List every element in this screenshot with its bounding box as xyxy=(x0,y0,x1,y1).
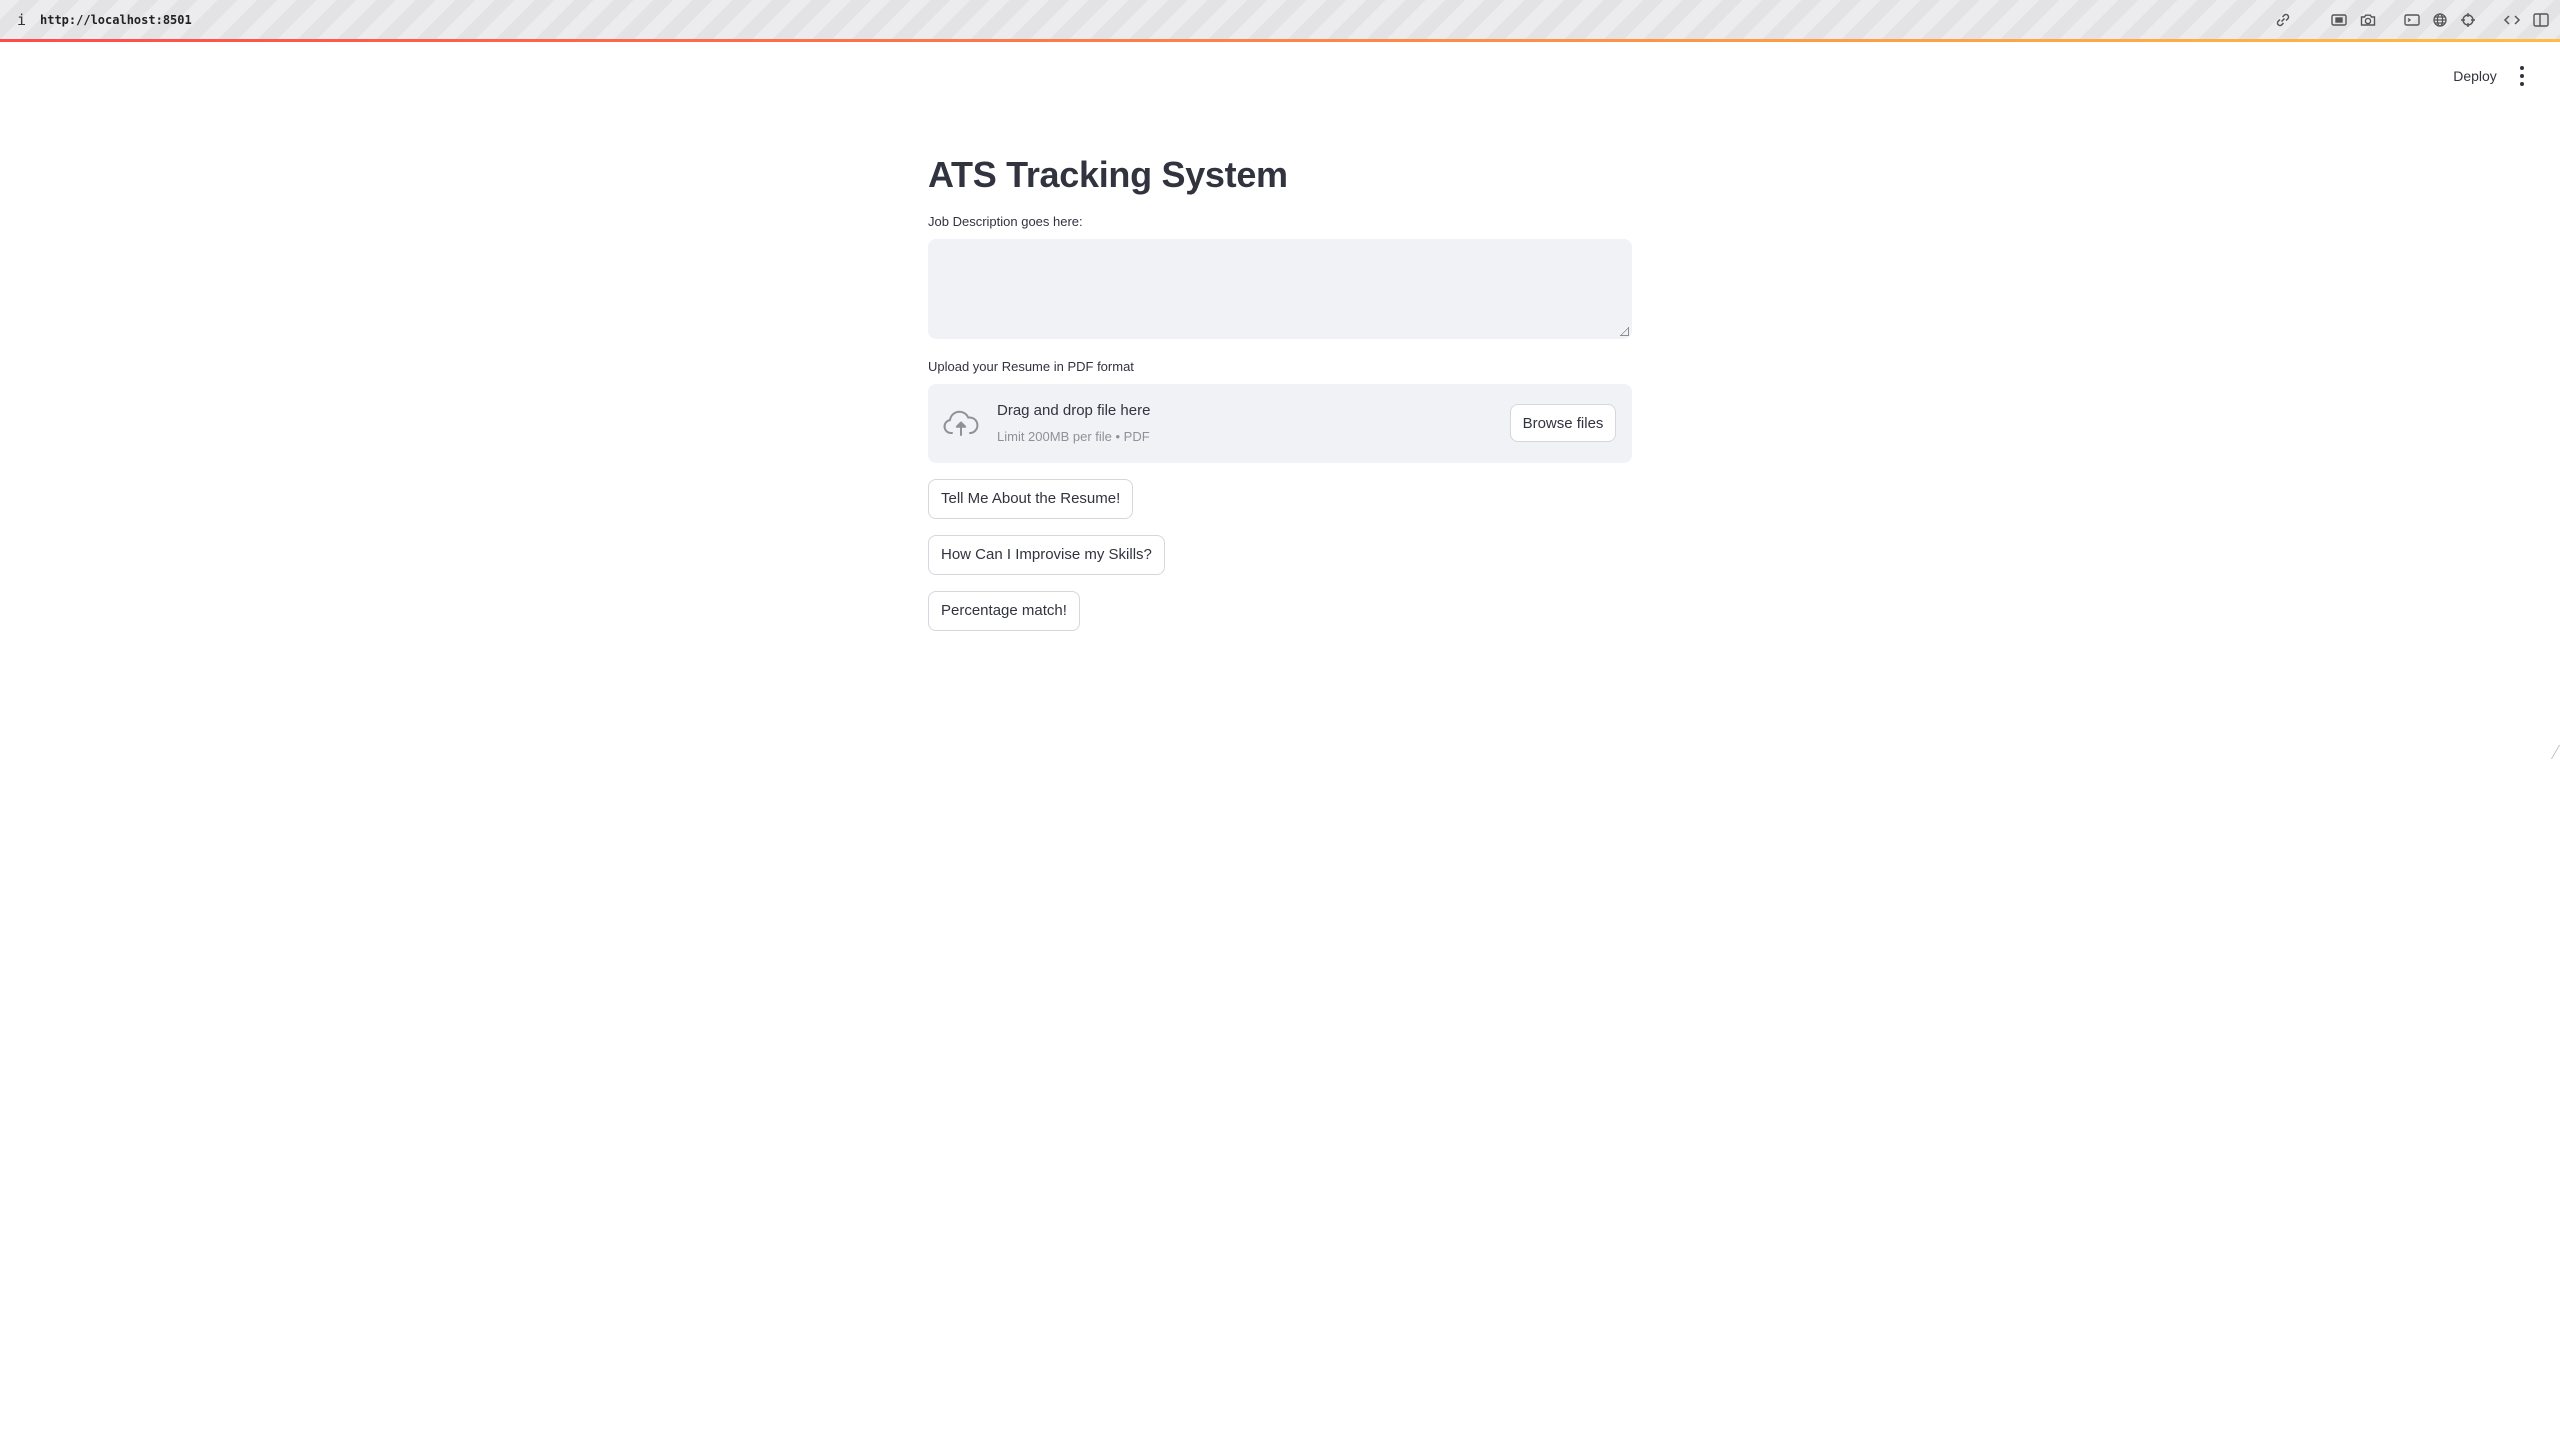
split-view-icon[interactable] xyxy=(2532,11,2550,29)
percentage-match-button[interactable]: Percentage match! xyxy=(928,591,1080,631)
improve-skills-button[interactable]: How Can I Improvise my Skills? xyxy=(928,535,1165,575)
code-icon[interactable] xyxy=(2503,11,2521,29)
scrollbar-edge-mark xyxy=(2550,745,2560,759)
link-icon[interactable] xyxy=(2274,11,2292,29)
browse-files-button[interactable]: Browse files xyxy=(1510,404,1616,442)
dropzone-instruction: Drag and drop file here xyxy=(997,402,1151,419)
upload-label: Upload your Resume in PDF format xyxy=(928,359,1134,374)
file-limit-text: Limit 200MB per file • PDF xyxy=(997,429,1150,444)
browser-toolbar: i http://localhost:8501 xyxy=(0,0,2560,39)
terminal-icon[interactable] xyxy=(2403,11,2421,29)
camera-icon[interactable] xyxy=(2359,11,2377,29)
screenshot-icon[interactable] xyxy=(2330,11,2348,29)
job-description-textarea[interactable] xyxy=(928,239,1632,339)
site-info-icon[interactable]: i xyxy=(17,11,26,29)
address-bar-url[interactable]: http://localhost:8501 xyxy=(40,13,192,27)
deploy-button[interactable]: Deploy xyxy=(2440,64,2510,88)
kebab-menu-icon[interactable] xyxy=(2512,62,2532,90)
page-title: ATS Tracking System xyxy=(928,154,1288,195)
tell-me-about-resume-button[interactable]: Tell Me About the Resume! xyxy=(928,479,1134,519)
crosshair-icon[interactable] xyxy=(2459,11,2477,29)
job-description-label: Job Description goes here: xyxy=(928,214,1083,229)
file-dropzone[interactable]: Drag and drop file here Limit 200MB per … xyxy=(928,384,1632,463)
header-decoration-bar xyxy=(0,39,2560,42)
globe-icon[interactable] xyxy=(2431,11,2449,29)
cloud-upload-icon xyxy=(942,408,980,438)
